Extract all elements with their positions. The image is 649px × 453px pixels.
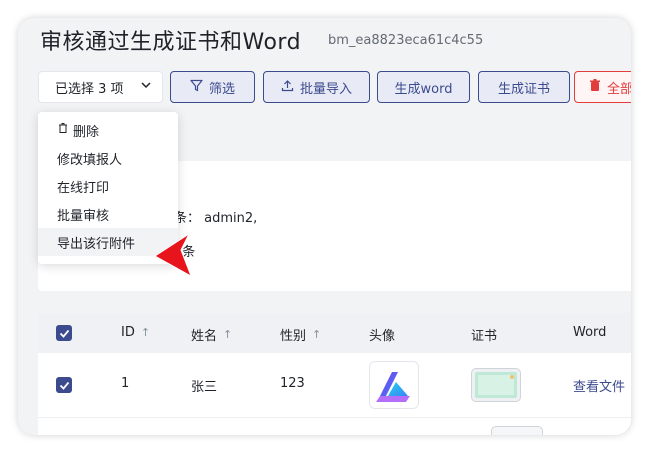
upload-icon [281,79,294,96]
info-line: 条： admin2, [174,211,258,226]
toolbar: 已选择 3 项 筛选 批量导入 生成word 生成证书 全部 [38,71,631,105]
bulk-import-button[interactable]: 批量导入 [263,71,370,103]
generate-certificate-label: 生成证书 [497,81,550,97]
menu-item-bulk-review[interactable]: 批量审核 [38,200,178,228]
menu-item-edit-reporter[interactable]: 修改填报人 [38,144,178,172]
certificate-thumbnail[interactable] [491,426,543,435]
chevron-down-icon [140,79,152,95]
row-checkbox[interactable] [56,377,72,393]
avatar-thumbnail[interactable] [369,361,419,409]
sort-arrow-icon: ↑ [312,328,322,341]
column-header-name[interactable]: 姓名 ↑ [191,325,232,344]
trash-icon [589,78,601,96]
table-row[interactable] [38,418,631,435]
app-window: 审核通过生成证书和Word bm_ea8823eca61c4c55 已选择 3 … [18,18,631,435]
column-header-id[interactable]: ID ↑ [121,325,150,340]
menu-item-delete[interactable]: 删除 [38,116,178,144]
menu-item-label: 修改填报人 [57,152,123,168]
menu-item-label: 导出该行附件 [57,236,136,252]
table-header: ID ↑ 姓名 ↑ 性别 ↑ 头像 证书 Word [38,313,631,353]
generate-word-label: 生成word [394,81,453,97]
certificate-thumbnail[interactable] [471,368,521,402]
cell-name: 张三 [191,380,218,395]
column-label: 头像 [369,329,396,344]
cell-gender: 123 [280,376,305,391]
select-all-checkbox[interactable] [56,325,72,341]
column-label: ID [121,325,135,340]
menu-item-print-online[interactable]: 在线打印 [38,172,178,200]
table-row[interactable]: 1 张三 123 查看文件 [38,353,631,418]
delete-all-button[interactable]: 全部 [574,71,631,103]
page-title: 审核通过生成证书和Word [40,30,302,55]
filter-label: 筛选 [208,81,235,97]
data-table: ID ↑ 姓名 ↑ 性别 ↑ 头像 证书 Word 1 张三 123 查看文件 [38,313,631,435]
trash-icon [57,122,69,138]
bulk-import-label: 批量导入 [299,81,352,97]
sort-arrow-icon: ↑ [140,326,151,339]
generate-certificate-button[interactable]: 生成证书 [478,71,570,103]
column-header-certificate: 证书 [471,325,497,344]
bulk-select-dropdown[interactable]: 已选择 3 项 [38,71,163,103]
delete-all-label: 全部 [607,81,631,97]
page-subtitle: bm_ea8823eca61c4c55 [328,33,484,48]
page-header: 审核通过生成证书和Word bm_ea8823eca61c4c55 [18,18,631,68]
menu-item-label: 在线打印 [57,180,110,196]
column-header-avatar: 头像 [369,325,395,344]
filter-button[interactable]: 筛选 [170,71,255,103]
certificate-image [475,372,517,398]
generate-word-button[interactable]: 生成word [377,71,470,103]
avatar-logo-icon [376,372,410,402]
view-file-link[interactable]: 查看文件 [573,376,625,395]
column-header-word: Word [573,325,606,340]
column-label: 性别 [280,329,307,344]
bulk-select-label: 已选择 3 项 [55,81,124,97]
column-label: Word [573,325,607,340]
sort-arrow-icon: ↑ [223,328,233,341]
pointer-arrow-icon [153,228,193,284]
cell-id: 1 [121,376,130,391]
column-header-gender[interactable]: 性别 ↑ [280,325,321,344]
menu-item-label: 删除 [73,124,100,140]
column-label: 证书 [471,329,498,344]
filter-icon [190,79,203,96]
menu-item-label: 批量审核 [57,208,110,224]
column-label: 姓名 [191,329,218,344]
